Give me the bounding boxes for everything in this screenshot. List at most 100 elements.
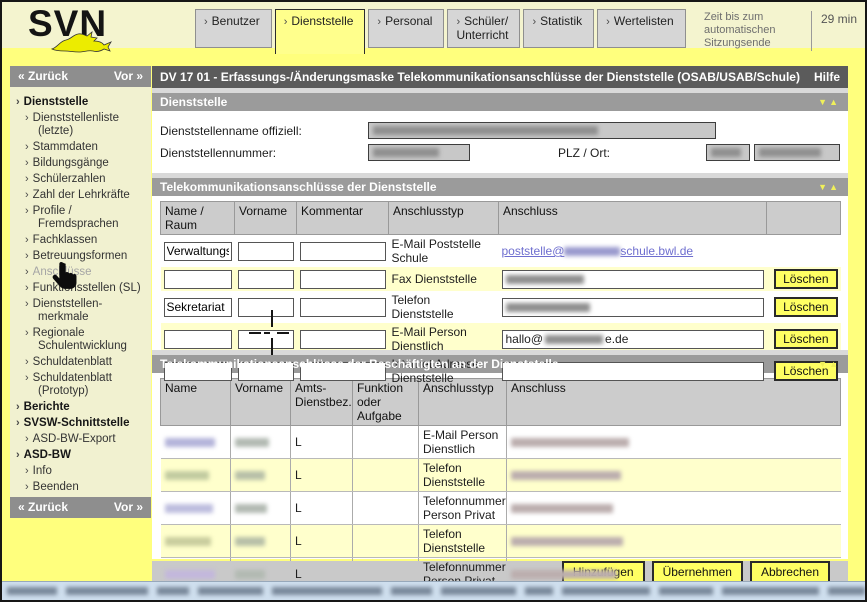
vorname-input[interactable] [238,242,294,261]
sidebar-item-profile-fremdsprachen[interactable]: ›Profile / Fremdsprachen [14,205,149,231]
tab-benutzer[interactable]: ›Benutzer [195,9,272,48]
expand-icon: ▲ [829,359,840,369]
tab-schueler-unterricht[interactable]: ›Schüler/ Unterricht [447,9,520,48]
expand-icon: ▲ [829,97,840,107]
table-row: L Telefon Dienststelle [161,459,841,492]
sidebar-item-regionale-schulentwicklung[interactable]: ›Regionale Schulentwicklung [14,327,149,353]
funktion-cell [353,426,419,459]
anschlusstyp-cell: Telefon Dienststelle [389,291,499,323]
name-raum-input[interactable] [164,330,232,349]
dienststellenname-label: Dienststellenname offiziell: [160,124,368,138]
redacted-text [165,570,215,579]
collapse-expand-icons[interactable]: ▼▲ [818,97,840,107]
anschluss-input[interactable]: hallo@e.de [502,330,764,349]
chevron-icon: › [16,401,20,413]
anschluss-input[interactable] [502,298,764,317]
collapse-icon: ▼ [818,182,829,192]
sidebar-nav-top: « Zurück Vor » [10,66,151,87]
vorname-input[interactable] [238,298,294,317]
collapse-icon: ▼ [818,97,829,107]
redacted-text [545,335,603,344]
anschluss-input[interactable] [502,270,764,289]
anschluesse-panel: Name / Raum Vorname Kommentar Anschlusst… [152,196,848,350]
help-link[interactable]: Hilfe [814,70,840,84]
kommentar-input[interactable] [300,270,386,289]
browser-status-bar [2,581,865,600]
ort-field [754,144,840,161]
session-time-remaining: 29 min [821,12,857,26]
sidebar-item-schuldatenblatt-prototyp[interactable]: ›Schuldatenblatt (Prototyp) [14,372,149,398]
chevron-icon: › [25,205,29,217]
sidebar-item-info[interactable]: ›Info [14,465,149,478]
back-button[interactable]: « Zurück [18,500,68,518]
sidebar-item-funktionsstellen[interactable]: ›Funktionsstellen (SL) [14,282,149,295]
cancel-button[interactable]: Abbrechen [750,561,830,583]
collapse-expand-icons[interactable]: ▼▲ [818,359,840,369]
plz-ort-label: PLZ / Ort: [558,146,610,160]
name-raum-input[interactable] [164,270,232,289]
sidebar-item-stammdaten[interactable]: ›Stammdaten [14,141,149,154]
table-row: L Telefon Dienststelle [161,525,841,558]
collapse-expand-icons[interactable]: ▼▲ [818,182,840,192]
sidebar-item-betreuungsformen[interactable]: ›Betreuungsformen [14,250,149,263]
delete-button[interactable]: Löschen [774,297,837,317]
sidebar-item-asd-bw-export[interactable]: ›ASD-BW-Export [14,433,149,446]
column-header-anschlusstyp: Anschlusstyp [389,202,499,235]
kommentar-input[interactable] [300,298,386,317]
tab-personal[interactable]: ›Personal [368,9,444,48]
redacted-text [235,471,265,480]
redacted-text [511,537,623,546]
funktion-cell [353,492,419,525]
delete-button[interactable]: Löschen [774,269,837,289]
forward-button[interactable]: Vor » [114,69,143,87]
column-header-anschlusstyp: Anschlusstyp [419,379,507,426]
delete-button[interactable]: Löschen [774,329,837,349]
redacted-text [759,148,821,157]
back-button[interactable]: « Zurück [18,69,68,87]
chevron-icon: › [284,16,288,28]
sidebar-item-fachklassen[interactable]: ›Fachklassen [14,234,149,247]
vorname-input[interactable] [238,270,294,289]
kommentar-input[interactable] [300,242,386,261]
apply-button[interactable]: Übernehmen [652,561,743,583]
sidebar-item-beenden[interactable]: ›Beenden [14,481,149,494]
beschaeftigte-panel: Name Vorname Amts- Dienstbez. Funktion o… [152,373,848,559]
forward-button[interactable]: Vor » [114,500,143,518]
column-header-anschluss: Anschluss [499,202,767,235]
name-raum-input[interactable] [164,298,232,317]
sidebar-item-dienststellenmerkmale[interactable]: ›Dienststellen-merkmale [14,298,149,324]
sidebar-item-dienststelle[interactable]: ›Dienststelle [14,96,149,109]
chevron-icon: › [456,16,460,28]
funktion-cell [353,459,419,492]
sidebar-item-schuldatenblatt[interactable]: ›Schuldatenblatt [14,356,149,369]
chevron-icon: › [377,16,381,28]
sidebar-item-dienststellenliste[interactable]: ›Dienststellenliste (letzte) [14,112,149,138]
tab-statistik[interactable]: ›Statistik [523,9,594,48]
page-title-bar: DV 17 01 - Erfassungs-/Änderungsmaske Te… [152,66,848,88]
tab-dienststelle[interactable]: ›Dienststelle [275,9,366,54]
sidebar-item-berichte[interactable]: ›Berichte [14,401,149,414]
chevron-icon: › [25,298,29,310]
tab-wertelisten[interactable]: ›Wertelisten [597,9,685,48]
sidebar-item-schuelerzahlen[interactable]: ›Schülerzahlen [14,173,149,186]
kommentar-input[interactable] [300,330,386,349]
column-header-vorname: Vorname [235,202,297,235]
chevron-icon: › [25,189,29,201]
session-timer: Zeit bis zum automatischen Sitzungsende … [704,11,857,51]
chevron-icon: › [25,327,29,339]
chevron-icon: › [25,266,29,278]
chevron-icon: › [25,481,29,493]
chevron-icon: › [532,16,536,28]
chevron-icon: › [25,234,29,246]
name-raum-input[interactable] [164,242,232,261]
sidebar-item-bildungsgaenge[interactable]: ›Bildungsgänge [14,157,149,170]
redacted-text [511,504,613,513]
sidebar-item-asd-bw[interactable]: ›ASD-BW [14,449,149,462]
chevron-icon: › [16,417,20,429]
sidebar-item-anschluesse[interactable]: ›Anschlüsse [14,266,149,279]
sidebar-item-zahl-der-lehrkraefte[interactable]: ›Zahl der Lehrkräfte [14,189,149,202]
chevron-icon: › [25,141,29,153]
sidebar-item-svsw-schnittstelle[interactable]: ›SVSW-Schnittstelle [14,417,149,430]
amtsbez-cell: L [291,459,353,492]
email-poststelle-link[interactable]: poststelle@schule.bwl.de [502,244,694,258]
